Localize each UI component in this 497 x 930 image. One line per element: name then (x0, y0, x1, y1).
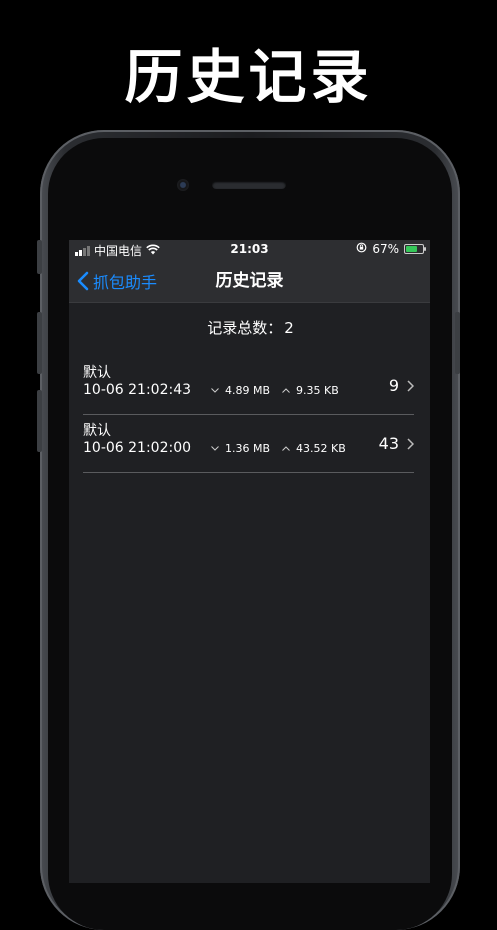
upload-size: 9.35 KB (282, 384, 339, 397)
phone-screen: 中国电信 21:03 67% 抓包助手 历史记录 记录总数： 2 默认 10-0… (69, 240, 430, 883)
record-meta: 10-06 21:02:00 1.36 MB 43.52 KB (83, 440, 346, 456)
battery-icon (404, 244, 426, 254)
volume-down-button (37, 390, 42, 452)
record-total-count: 2 (284, 319, 294, 337)
chevron-right-icon (407, 437, 414, 450)
mute-switch (37, 240, 42, 274)
list-item[interactable]: 默认 10-06 21:02:43 4.89 MB 9.35 KB 9 (83, 357, 414, 415)
status-bar: 中国电信 21:03 67% (69, 240, 430, 260)
record-total: 记录总数： 2 (69, 317, 430, 338)
page-title: 历史记录 (215, 271, 284, 291)
download-size: 1.36 MB (211, 442, 270, 455)
volume-up-button (37, 312, 42, 374)
chevron-right-icon (407, 379, 414, 392)
record-datetime: 10-06 21:02:00 (83, 440, 192, 456)
download-size: 4.89 MB (211, 384, 270, 397)
record-name: 默认 (83, 423, 111, 439)
record-count: 43 (379, 415, 414, 472)
earpiece-speaker (212, 181, 286, 189)
front-camera (177, 179, 189, 191)
record-total-label: 记录总数： (207, 319, 283, 337)
battery-percent: 67% (372, 242, 399, 256)
record-count: 9 (389, 357, 414, 414)
chevron-up-icon (282, 387, 290, 393)
chevron-down-icon (211, 445, 219, 451)
power-button (455, 312, 460, 374)
status-right: 67% (356, 242, 426, 256)
record-meta: 10-06 21:02:43 4.89 MB 9.35 KB (83, 382, 339, 398)
orientation-lock-icon (356, 242, 367, 256)
list-item[interactable]: 默认 10-06 21:02:00 1.36 MB 43.52 KB 43 (83, 415, 414, 473)
chevron-up-icon (282, 445, 290, 451)
navigation-bar: 抓包助手 历史记录 (69, 260, 430, 303)
record-name: 默认 (83, 365, 111, 381)
promo-headline: 历史记录 (124, 43, 373, 111)
upload-size: 43.52 KB (282, 442, 346, 455)
chevron-down-icon (211, 387, 219, 393)
record-datetime: 10-06 21:02:43 (83, 382, 192, 398)
